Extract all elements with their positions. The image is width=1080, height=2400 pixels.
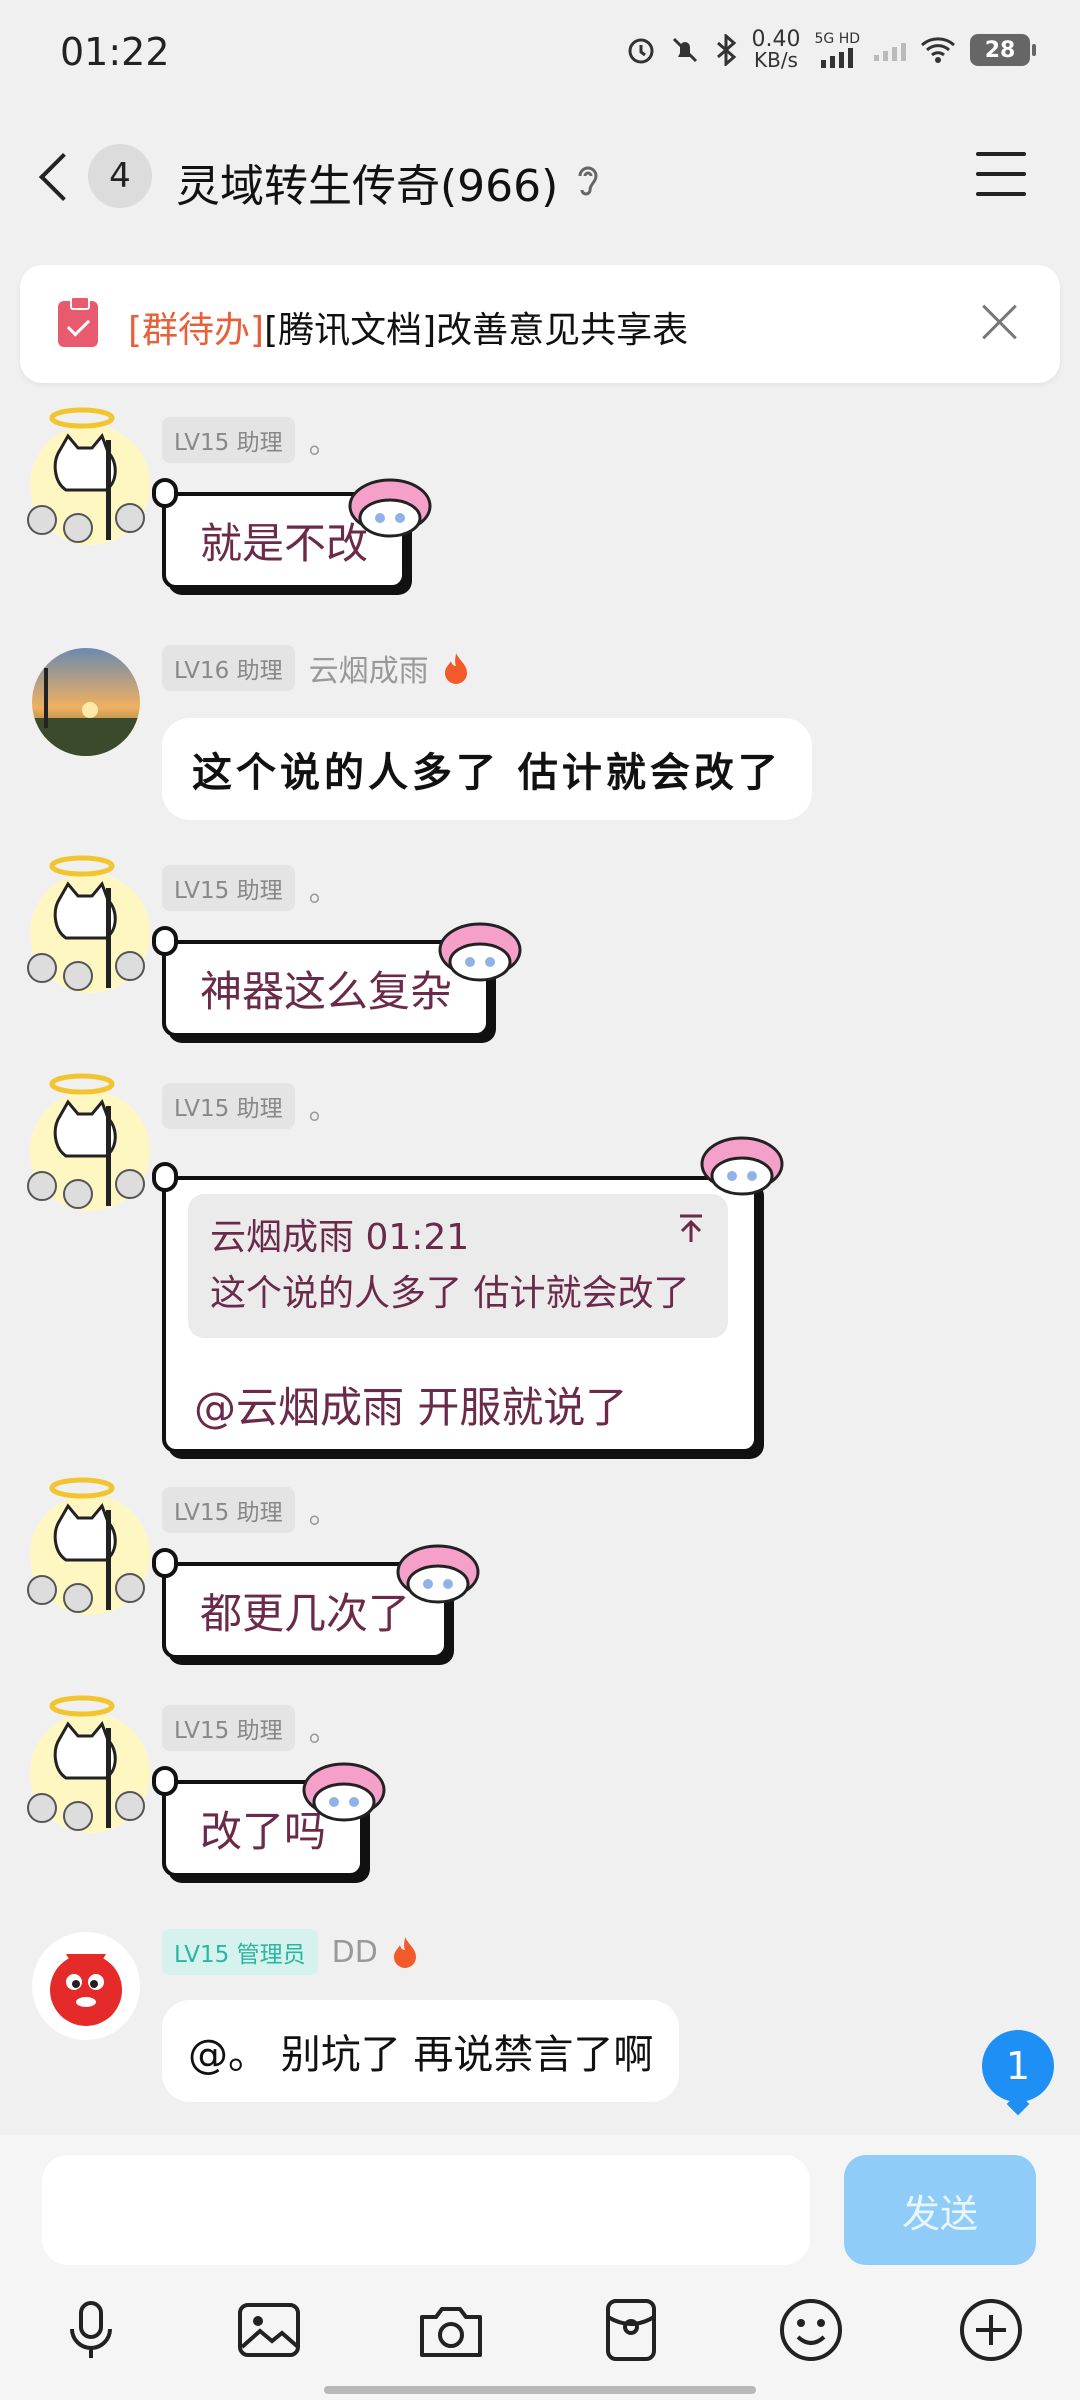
image-icon[interactable] bbox=[234, 2295, 304, 2365]
avatar[interactable] bbox=[20, 407, 160, 560]
sender-name[interactable]: 。 bbox=[309, 1488, 339, 1532]
message-bubble[interactable]: 这个说的人多了 估计就会改了 bbox=[162, 718, 812, 820]
sticker-girl-icon bbox=[438, 922, 522, 982]
sender-name[interactable]: 。 bbox=[309, 1084, 339, 1128]
sender-name[interactable]: 。 bbox=[309, 866, 339, 910]
quote-text: 这个说的人多了 估计就会改了 bbox=[210, 1273, 690, 1314]
message-meta: LV15 助理 。 bbox=[162, 865, 339, 911]
close-icon[interactable] bbox=[980, 303, 1020, 343]
home-indicator[interactable] bbox=[324, 2386, 756, 2394]
avatar[interactable] bbox=[20, 855, 160, 1008]
bluetooth-icon bbox=[716, 34, 736, 66]
message-item: LV15 助理 。 就是不改 bbox=[0, 407, 1080, 620]
level-badge: LV15 助理 bbox=[162, 1083, 295, 1129]
wifi-icon bbox=[921, 37, 955, 63]
chat-header: 4 灵域转生传奇(966) bbox=[0, 110, 1080, 245]
level-badge: LV15 助理 bbox=[162, 865, 295, 911]
level-badge: LV16 助理 bbox=[162, 645, 295, 691]
message-bubble[interactable]: @。 别坑了 再说禁言了啊 bbox=[162, 2000, 680, 2102]
message-meta: LV15 管理员 DD bbox=[162, 1929, 418, 1975]
message-meta: LV16 助理 云烟成雨 bbox=[162, 645, 469, 691]
message-text: @云烟成雨 开服就说了 bbox=[194, 1383, 628, 1432]
menu-icon[interactable] bbox=[976, 152, 1026, 196]
battery-icon: 28 bbox=[970, 34, 1036, 66]
group-todo-banner[interactable]: [群待办][腾讯文档]改善意见共享表 bbox=[20, 265, 1060, 383]
todo-text: [群待办][腾讯文档]改善意见共享表 bbox=[128, 301, 688, 353]
status-time: 01:22 bbox=[60, 30, 170, 74]
level-badge: LV15 管理员 bbox=[162, 1929, 318, 1975]
plus-icon[interactable] bbox=[956, 2295, 1026, 2365]
flame-icon bbox=[393, 1937, 416, 1968]
jump-to-quote-icon[interactable] bbox=[676, 1212, 706, 1246]
message-meta: LV15 助理 。 bbox=[162, 417, 339, 463]
input-toolbar bbox=[0, 2285, 1080, 2375]
status-icons: 0.40 KB/s 5G HD 28 bbox=[626, 27, 1036, 72]
message-item: LV15 助理 。 神器这么复杂 bbox=[0, 855, 1080, 1068]
level-badge: LV15 助理 bbox=[162, 1487, 295, 1533]
microphone-icon[interactable] bbox=[56, 2295, 126, 2365]
signal-icon-2 bbox=[874, 39, 906, 61]
signal-icon bbox=[821, 46, 854, 68]
emoji-icon[interactable] bbox=[776, 2295, 846, 2365]
level-badge: LV15 助理 bbox=[162, 417, 295, 463]
alarm-icon bbox=[628, 38, 653, 64]
message-item: LV15 管理员 DD @。 别坑了 再说禁言了啊 bbox=[0, 1929, 1080, 2122]
sender-name[interactable]: 。 bbox=[309, 418, 339, 462]
avatar[interactable] bbox=[32, 1932, 140, 2040]
message-meta: LV15 助理 。 bbox=[162, 1705, 339, 1751]
message-input[interactable] bbox=[42, 2155, 810, 2265]
message-item: LV16 助理 云烟成雨 这个说的人多了 估计就会改了 bbox=[0, 645, 1080, 838]
flame-icon bbox=[444, 653, 467, 684]
new-message-badge[interactable]: 1 bbox=[982, 2030, 1054, 2102]
sender-name[interactable]: 。 bbox=[309, 1706, 339, 1750]
message-item: LV15 助理 。 改了吗 bbox=[0, 1695, 1080, 1908]
message-text: @。 别坑了 再说禁言了啊 bbox=[188, 2032, 654, 2078]
sticker-girl-icon bbox=[302, 1762, 386, 1822]
clipboard-icon bbox=[58, 296, 98, 347]
network-label: 5G HD bbox=[814, 31, 860, 47]
unread-count-badge[interactable]: 4 bbox=[88, 144, 152, 208]
message-meta: LV15 助理 。 bbox=[162, 1083, 339, 1129]
ear-icon[interactable] bbox=[572, 160, 604, 200]
mute-icon bbox=[672, 37, 697, 63]
back-icon[interactable] bbox=[30, 140, 90, 210]
avatar[interactable] bbox=[32, 648, 140, 756]
message-text: 都更几次了 bbox=[200, 1589, 411, 1638]
message-text: 神器这么复杂 bbox=[200, 967, 453, 1016]
todo-content: [腾讯文档]改善意见共享表 bbox=[264, 310, 689, 351]
avatar[interactable] bbox=[20, 1073, 160, 1226]
input-area: 发送 bbox=[0, 2135, 1080, 2400]
sticker-girl-icon bbox=[700, 1136, 784, 1196]
camera-icon[interactable] bbox=[416, 2295, 486, 2365]
send-button[interactable]: 发送 bbox=[844, 2155, 1036, 2265]
message-item: LV15 助理 。 都更几次了 bbox=[0, 1477, 1080, 1690]
avatar[interactable] bbox=[20, 1477, 160, 1630]
sticker-girl-icon bbox=[348, 478, 432, 538]
sticker-girl-icon bbox=[396, 1544, 480, 1604]
sender-name[interactable]: 云烟成雨 bbox=[309, 646, 429, 690]
message-bubble[interactable]: 云烟成雨 01:21 这个说的人多了 估计就会改了 @云烟成雨 开服就说了 bbox=[152, 1162, 758, 1453]
sender-name[interactable]: DD bbox=[332, 1935, 378, 1970]
status-bar: 01:22 0.40 KB/s 5G HD 28 bbox=[0, 0, 1080, 110]
message-text: 这个说的人多了 估计就会改了 bbox=[192, 749, 782, 796]
level-badge: LV15 助理 bbox=[162, 1705, 295, 1751]
quoted-message[interactable]: 云烟成雨 01:21 这个说的人多了 估计就会改了 bbox=[188, 1194, 728, 1338]
red-packet-icon[interactable] bbox=[596, 2295, 666, 2365]
quote-header: 云烟成雨 01:21 bbox=[210, 1217, 470, 1258]
avatar[interactable] bbox=[20, 1695, 160, 1848]
net-speed: 0.40 KB/s bbox=[751, 27, 801, 72]
message-item: LV15 助理 。 云烟成雨 01:21 这个说的人多了 估计就会改了 @云烟成… bbox=[0, 1073, 1080, 1453]
todo-tag: [群待办] bbox=[128, 310, 265, 351]
group-title[interactable]: 灵域转生传奇(966) bbox=[176, 150, 558, 214]
message-meta: LV15 助理 。 bbox=[162, 1487, 339, 1533]
